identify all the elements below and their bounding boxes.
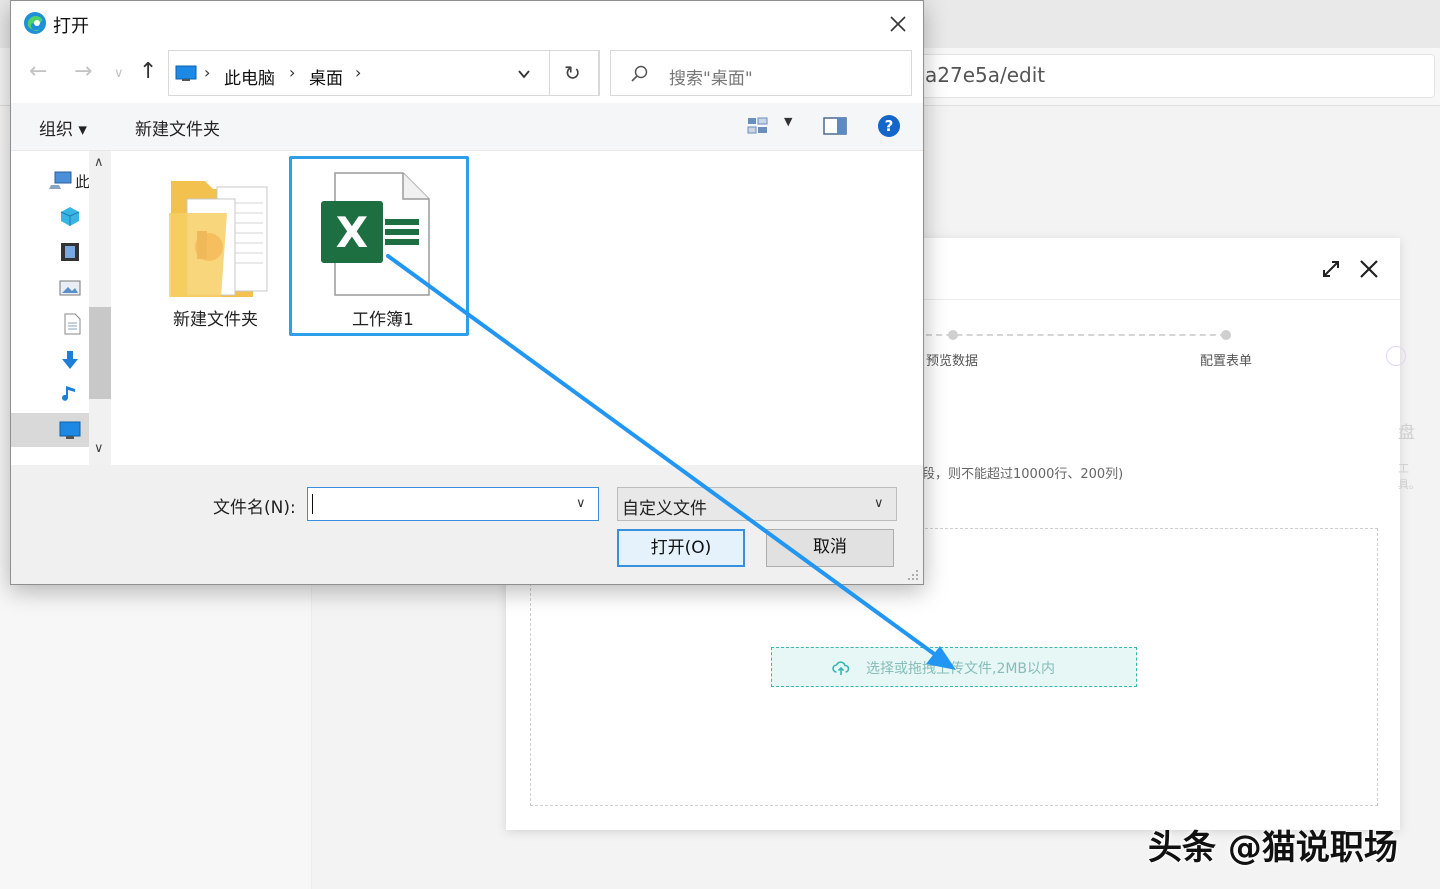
text-caret [312, 494, 313, 514]
forward-arrow-icon[interactable]: → [74, 61, 92, 83]
folder-icon [169, 181, 268, 297]
watermark-text: 头条 @猫说职场 [1148, 828, 1398, 868]
recent-locations-chevron-icon[interactable]: ∨ [114, 67, 124, 80]
chevron-right-icon: › [289, 63, 296, 82]
file-name-label: 新建文件夹 [173, 310, 258, 330]
videos-icon[interactable] [59, 241, 81, 263]
open-button[interactable]: 打开(O) [617, 529, 745, 567]
cancel-button[interactable]: 取消 [766, 529, 894, 567]
breadcrumb-this-pc[interactable]: 此电脑 [224, 64, 275, 89]
side-text: 盘 [1398, 423, 1415, 443]
downloads-icon[interactable] [59, 349, 81, 371]
nav-this-pc-label[interactable]: 此 [75, 171, 90, 192]
chevron-right-icon: › [355, 63, 362, 82]
3d-objects-icon[interactable] [59, 205, 81, 227]
music-icon[interactable] [59, 383, 81, 405]
scroll-thumb[interactable] [89, 307, 111, 399]
this-pc-icon[interactable] [49, 169, 75, 191]
caret-down-icon[interactable]: ▼ [784, 115, 792, 128]
back-arrow-icon[interactable]: ← [29, 61, 47, 83]
command-bar: 组织 ▾ 新建文件夹 ▼ ? [11, 103, 923, 151]
dialog-footer: 文件名(N): ∨ 自定义文件 ∨ 打开(O) 取消 [11, 465, 923, 584]
search-placeholder: 搜索"桌面" [669, 69, 753, 89]
folder-item[interactable] [167, 173, 271, 301]
search-input[interactable]: 搜索"桌面" [610, 50, 912, 96]
browser-url-text: a27e5a/edit [925, 63, 1046, 87]
step-dot-preview [948, 330, 958, 340]
organize-menu[interactable]: 组织 ▾ [39, 115, 87, 140]
svg-text:?: ? [885, 117, 894, 135]
filetype-value: 自定义文件 [622, 499, 707, 519]
resize-grip-icon[interactable] [907, 569, 919, 581]
up-arrow-icon[interactable]: ↑ [139, 59, 157, 84]
change-view-icon[interactable] [747, 116, 769, 136]
pictures-icon[interactable] [59, 277, 81, 299]
nav-scrollbar[interactable]: ∧ ∨ [89, 151, 111, 465]
chevron-right-icon: › [204, 63, 211, 82]
file-list-area: 新建文件夹 X 工作簿1 [115, 151, 923, 465]
preview-pane-icon[interactable] [823, 117, 847, 135]
expand-icon[interactable] [1320, 258, 1342, 280]
close-icon[interactable] [1356, 256, 1382, 282]
documents-icon[interactable] [61, 313, 83, 335]
chevron-down-icon[interactable]: ∨ [576, 496, 586, 511]
dialog-titlebar[interactable]: 打开 [11, 1, 923, 45]
filename-input[interactable]: ∨ [307, 487, 599, 521]
chevron-down-icon: ∨ [874, 496, 884, 511]
steps-connector [926, 334, 1226, 336]
this-pc-icon [175, 65, 197, 81]
desktop-icon[interactable] [59, 419, 81, 441]
selected-file-highlight [289, 156, 469, 336]
step-circle [1386, 346, 1406, 366]
step-dot-config [1221, 330, 1231, 340]
refresh-icon: ↻ [564, 61, 581, 85]
side-hint-text: 工具。 [1398, 462, 1420, 491]
step-label-config: 配置表单 [1200, 354, 1253, 369]
navigation-pane: 此 ∧ ∨ [11, 151, 115, 465]
new-folder-button[interactable]: 新建文件夹 [135, 115, 220, 140]
scroll-down-icon[interactable]: ∨ [94, 441, 104, 456]
close-icon[interactable] [883, 9, 913, 39]
file-open-dialog: 打开 ← → ∨ ↑ › 此电脑 › 桌面 › ↻ 搜索"桌面" 组织 ▾ 新建… [10, 0, 924, 585]
cloud-upload-icon [832, 661, 850, 675]
dialog-navbar: ← → ∨ ↑ › 此电脑 › 桌面 › ↻ 搜索"桌面" [11, 45, 923, 103]
refresh-button[interactable]: ↻ [549, 50, 599, 96]
dialog-title: 打开 [53, 16, 89, 37]
upload-button[interactable]: 选择或拖拽上传文件,2MB以内 [771, 647, 1137, 687]
edge-browser-icon [24, 12, 46, 34]
address-breadcrumb[interactable]: › 此电脑 › 桌面 › [168, 50, 600, 96]
filetype-select[interactable]: 自定义文件 ∨ [617, 487, 897, 521]
limit-text: 段，则不能超过10000行、200列) [922, 467, 1124, 482]
filename-label: 文件名(N): [213, 498, 296, 518]
upload-text: 选择或拖拽上传文件,2MB以内 [866, 661, 1056, 677]
chevron-down-icon[interactable] [517, 67, 531, 81]
step-label-preview: 预览数据 [926, 354, 979, 369]
search-icon [631, 65, 648, 82]
breadcrumb-desktop[interactable]: 桌面 [309, 64, 343, 89]
help-icon[interactable]: ? [877, 114, 901, 138]
scroll-up-icon[interactable]: ∧ [94, 155, 104, 170]
